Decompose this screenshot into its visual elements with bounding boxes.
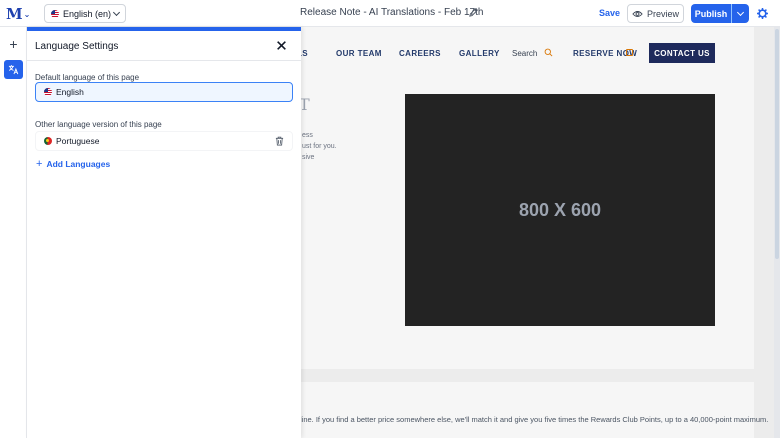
logo-menu[interactable]: M ⌄ xyxy=(6,5,31,23)
chevron-down-icon: ⌄ xyxy=(23,9,31,19)
image-placeholder[interactable]: 800 X 600 xyxy=(405,94,715,326)
nav-item-our-team[interactable]: OUR TEAM xyxy=(336,49,382,58)
default-language-label: Default language of this page xyxy=(35,73,140,82)
hero-text-line: ust for you. xyxy=(302,143,337,150)
nav-item-careers[interactable]: CAREERS xyxy=(399,49,441,58)
us-flag-icon xyxy=(51,9,59,18)
eye-icon xyxy=(632,10,643,17)
calendar-icon xyxy=(626,49,633,56)
contact-us-button[interactable]: CONTACT US xyxy=(649,43,715,63)
logo-icon: M xyxy=(6,5,23,23)
search-icon[interactable] xyxy=(544,48,553,57)
nav-item-gallery[interactable]: GALLERY xyxy=(459,49,500,58)
panel-title: Language Settings xyxy=(35,41,119,52)
preview-label: Preview xyxy=(646,8,679,19)
page-title: Release Note - AI Translations - Feb 17t… xyxy=(300,7,484,18)
top-bar: M ⌄ English (en) Release Note - AI Transl… xyxy=(0,0,780,27)
portugal-flag-icon xyxy=(44,137,52,145)
other-language-label: Other language version of this page xyxy=(35,120,162,129)
publish-button[interactable]: Publish xyxy=(691,4,749,23)
hero-text-line: ess xyxy=(302,132,313,139)
scrollbar-thumb[interactable] xyxy=(775,29,779,259)
add-languages-label: Add Languages xyxy=(46,159,111,169)
save-button[interactable]: Save xyxy=(599,8,620,18)
default-language-field[interactable]: English xyxy=(35,82,293,102)
hero-text-line: sive xyxy=(302,154,315,161)
preview-button[interactable]: Preview xyxy=(627,4,684,23)
chevron-down-icon xyxy=(112,8,121,16)
left-toolbar: + xyxy=(0,27,27,438)
language-name: Portuguese xyxy=(56,136,100,146)
price-match-text: line. If you find a better price somewhe… xyxy=(300,415,769,424)
translate-icon xyxy=(8,65,19,75)
plus-icon: + xyxy=(36,158,43,170)
publish-label: Publish xyxy=(694,8,728,19)
language-selector-value: English (en) xyxy=(63,8,112,19)
language-settings-panel: Language Settings Default language of th… xyxy=(27,27,301,438)
plus-icon[interactable]: + xyxy=(8,37,19,51)
close-icon[interactable] xyxy=(276,40,287,51)
publish-options-button[interactable] xyxy=(731,4,749,23)
pencil-icon[interactable] xyxy=(468,7,479,18)
trash-icon[interactable] xyxy=(275,136,284,146)
translate-button[interactable] xyxy=(4,60,23,79)
language-selector[interactable]: English (en) xyxy=(44,4,126,23)
add-languages-button[interactable]: + Add Languages xyxy=(36,158,111,170)
canvas-scrollbar[interactable] xyxy=(774,27,780,438)
default-language-value: English xyxy=(56,87,84,97)
us-flag-icon xyxy=(44,88,52,96)
nav-search[interactable]: Search xyxy=(512,49,537,58)
panel-divider xyxy=(27,60,301,61)
chevron-down-icon xyxy=(736,8,745,16)
language-row-portuguese[interactable]: Portuguese xyxy=(35,131,293,151)
gear-icon[interactable] xyxy=(757,8,768,19)
